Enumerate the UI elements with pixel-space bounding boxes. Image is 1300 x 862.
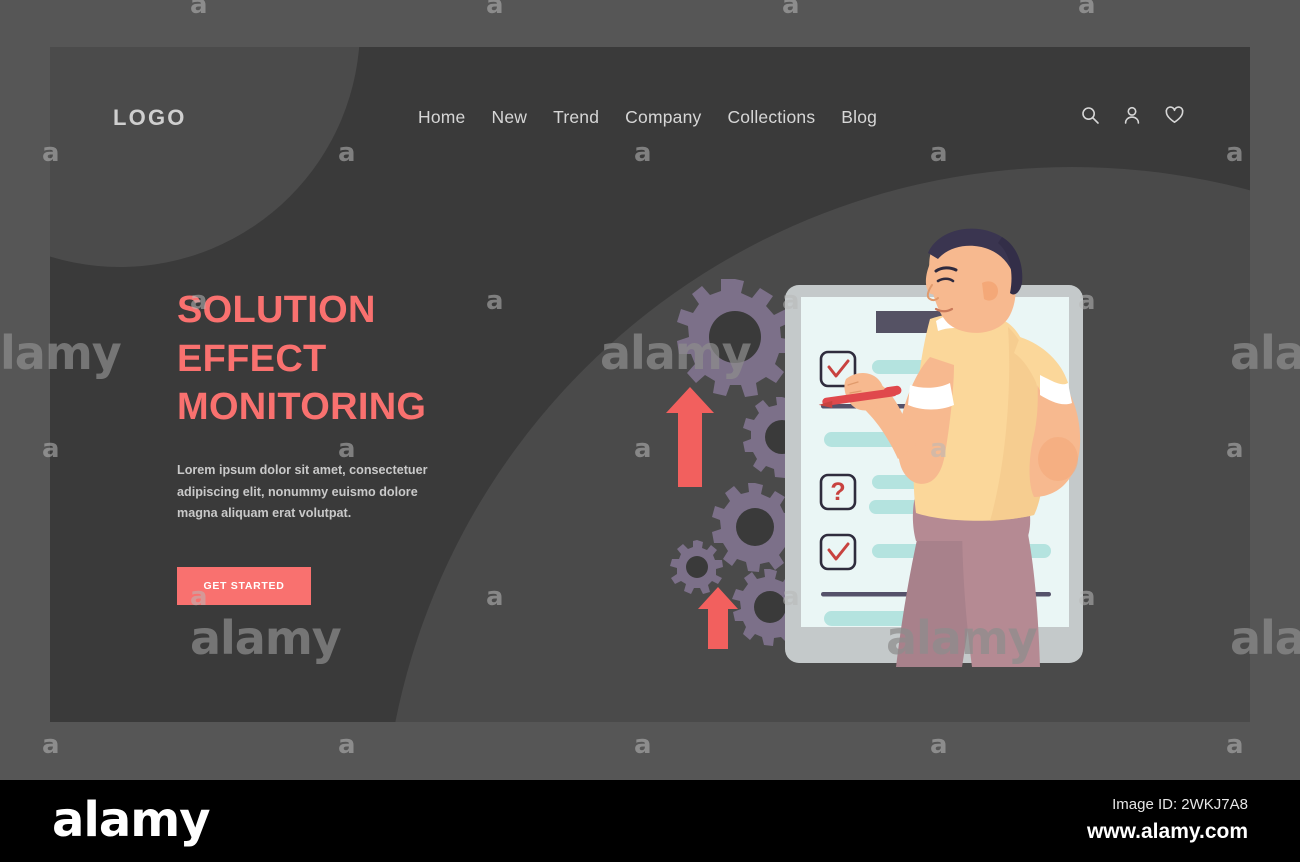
image-id-label: Image ID: 2WKJ7A8 (1112, 796, 1248, 813)
search-icon[interactable] (1080, 105, 1100, 125)
watermark-glyph: a (42, 730, 60, 760)
watermark-glyph: a (1078, 0, 1096, 20)
watermark-glyph: a (338, 730, 356, 760)
page-title: SOLUTION EFFECT MONITORING (177, 286, 426, 432)
headline-line-3: MONITORING (177, 386, 427, 429)
headline-line-1: SOLUTION (177, 289, 376, 331)
watermark-glyph: a (782, 0, 800, 20)
arrow-up-large (666, 387, 714, 487)
heart-icon[interactable] (1164, 105, 1185, 125)
get-started-button[interactable]: GET STARTED (177, 567, 311, 605)
watermark-glyph: a (190, 0, 208, 20)
nav-menu: Home New Trend Company Collections Blog (418, 107, 877, 128)
watermark-glyph: a (634, 730, 652, 760)
user-icon[interactable] (1122, 105, 1142, 125)
website-label: www.alamy.com (1086, 820, 1248, 843)
alamy-footer-bar: alamy Image ID: 2WKJ7A8 www.alamy.com (0, 780, 1300, 862)
hero-illustration: ? (610, 197, 1250, 697)
headline-line-2: EFFECT (177, 337, 327, 380)
svg-text:?: ? (830, 478, 845, 506)
nav-item-blog[interactable]: Blog (841, 107, 877, 128)
nav-item-new[interactable]: New (491, 107, 527, 128)
alamy-brand: alamy (52, 792, 211, 848)
nav-item-collections[interactable]: Collections (727, 107, 815, 128)
watermark-glyph: a (486, 0, 504, 20)
screenshot-stage: LOGO Home New Trend Company Collections … (0, 0, 1300, 862)
nav-item-trend[interactable]: Trend (553, 107, 599, 128)
nav-icon-group (1080, 105, 1185, 125)
hero-banner: LOGO Home New Trend Company Collections … (50, 47, 1250, 722)
site-navigation: LOGO Home New Trend Company Collections … (50, 47, 1250, 192)
hero-body-text: Lorem ipsum dolor sit amet, consectetuer… (177, 463, 428, 521)
watermark-glyph: a (1226, 730, 1244, 760)
nav-item-home[interactable]: Home (418, 107, 465, 128)
site-logo[interactable]: LOGO (113, 105, 187, 131)
nav-item-company[interactable]: Company (625, 107, 701, 128)
arrow-up-small (698, 587, 738, 649)
watermark-glyph: a (930, 730, 948, 760)
